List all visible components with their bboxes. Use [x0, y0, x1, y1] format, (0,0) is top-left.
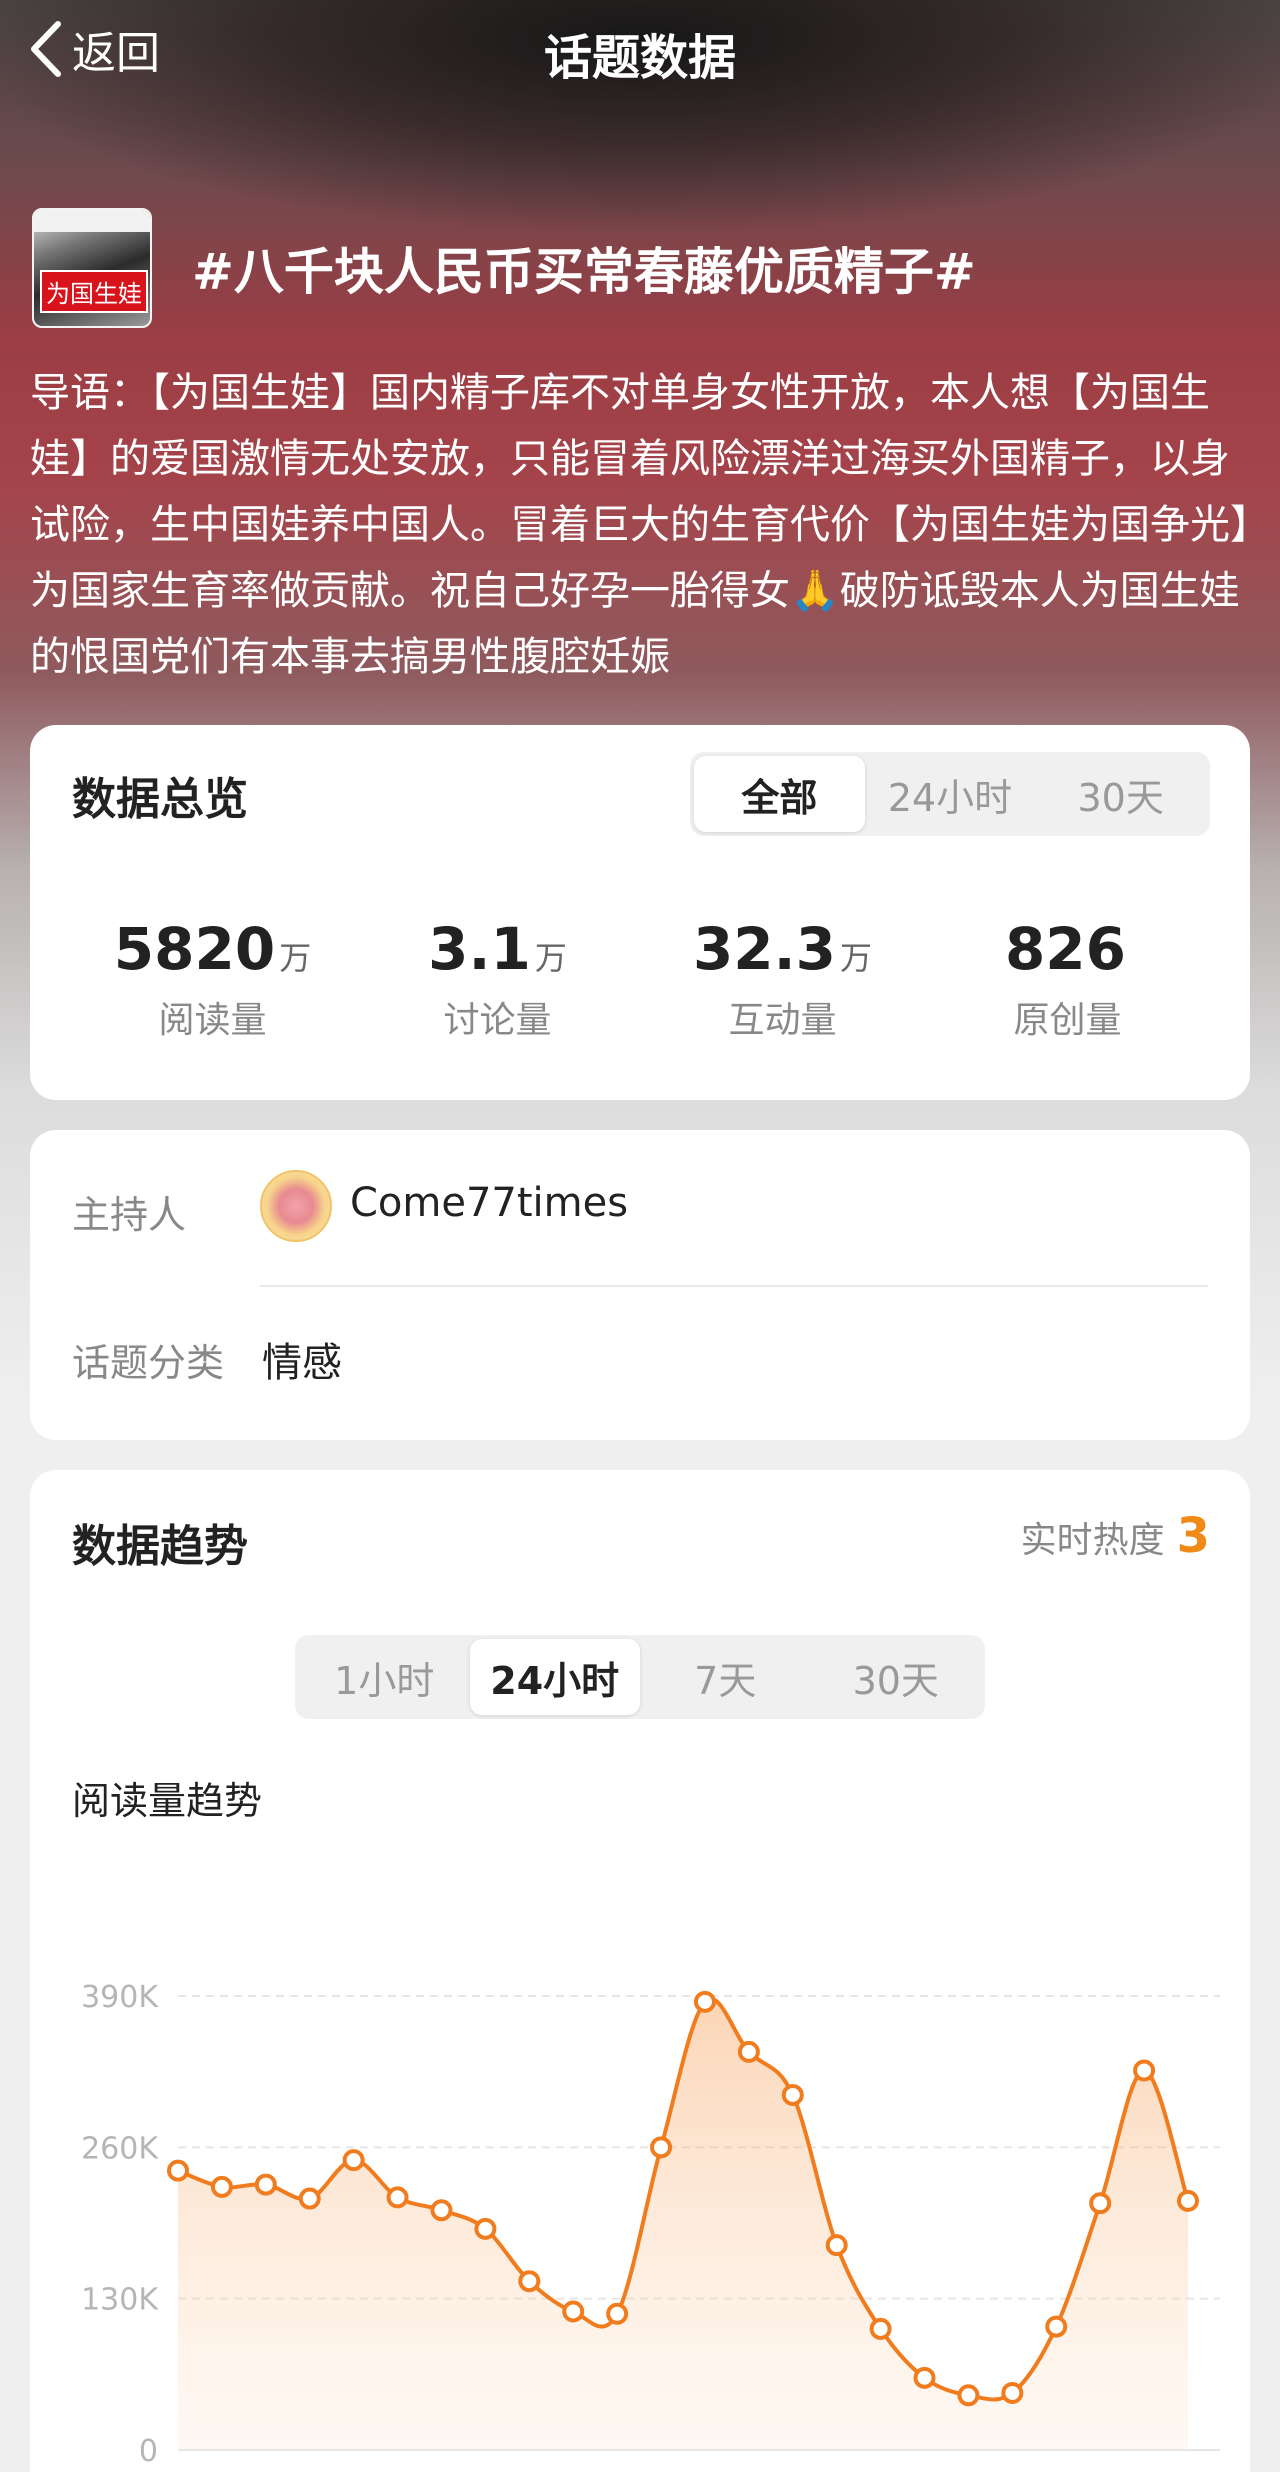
stat-value: 5820 [113, 915, 276, 983]
topic-title: #八千块人民币买常春藤优质精子# [192, 242, 976, 301]
stat-value: 826 [1004, 915, 1127, 983]
x-tick-label: 09:00 [1136, 2468, 1228, 2472]
stat-unit: 万 [534, 939, 567, 977]
topic-intro: 导语：【为国生娃】国内精子库不对单身女性开放，本人想【为国生娃】的爱国激情无处安… [30, 370, 1250, 680]
realtime-heat: 实时热度 3 [1021, 1508, 1210, 1564]
trend-title: 数据趋势 [72, 1521, 248, 1572]
trend-tabs: 1小时 24小时 7天 30天 [295, 1635, 985, 1719]
data-point[interactable] [781, 2083, 804, 2106]
tab-30d[interactable]: 30天 [811, 1639, 982, 1715]
data-point[interactable] [1133, 2059, 1156, 2082]
stat-label: 阅读量 [158, 1000, 267, 1041]
top-bar: 返回 话题数据 [0, 0, 1280, 100]
stat-value: 32.3 [692, 915, 837, 983]
read-trend-chart: 0 130K 260K 390K 13:00 18:00 23:00 04:00 09:00 [81, 1980, 1228, 2472]
heat-value: 3 [1176, 1508, 1210, 1564]
stat-reads: 5820 万 阅读量 [70, 915, 355, 1043]
info-card: 主持人 Come77times 话题分类 情感 [30, 1130, 1250, 1440]
data-point[interactable] [474, 2217, 497, 2240]
stat-label: 讨论量 [443, 1000, 552, 1041]
stat-label: 互动量 [728, 1000, 837, 1041]
tab-24h[interactable]: 24小时 [469, 1639, 640, 1715]
tab-24h[interactable]: 24小时 [865, 756, 1036, 832]
stat-label: 原创量 [1013, 1000, 1122, 1041]
image-text-strip [34, 209, 150, 232]
data-point[interactable] [1177, 2189, 1199, 2212]
data-point[interactable] [167, 2159, 189, 2182]
data-point[interactable] [210, 2175, 233, 2198]
avatar[interactable] [260, 1170, 332, 1242]
data-point[interactable] [518, 2270, 541, 2293]
trend-card: 数据趋势 实时热度 3 1小时 24小时 7天 30天 阅读量趋势 0 130K 2… [30, 1470, 1250, 2472]
overview-stats: 5820 万 阅读量 3.1 万 讨论量 32.3 万 互动量 826 原创量 [30, 915, 1250, 1043]
stat-unit: 万 [840, 939, 873, 977]
overview-card: 数据总览 全部 24小时 30天 5820 万 阅读量 3.1 万 讨论量 32.3… [30, 725, 1250, 1100]
data-point[interactable] [913, 2366, 936, 2389]
heat-label: 实时热度 [1020, 1520, 1165, 1561]
host-label: 主持人 [72, 1193, 187, 1237]
data-point[interactable] [386, 2186, 409, 2209]
data-point[interactable] [606, 2302, 629, 2325]
data-point[interactable] [693, 1990, 716, 2013]
overview-tabs: 全部 24小时 30天 [690, 752, 1210, 836]
x-tick-label: 13:00 [264, 2468, 356, 2472]
data-point[interactable] [825, 2234, 848, 2257]
topic-image: 为国生娃 [32, 207, 152, 328]
tab-7d[interactable]: 7天 [640, 1639, 811, 1715]
topic-image-tag: 为国生娃 [40, 269, 148, 313]
data-point[interactable] [562, 2300, 585, 2323]
y-tick-label: 390K [81, 1980, 159, 2015]
divider [260, 1285, 1208, 1287]
host-name-link[interactable]: Come77times [350, 1180, 628, 1226]
category-value: 情感 [262, 1340, 342, 1386]
stat-value: 3.1 [428, 915, 531, 983]
y-tick-label: 0 [139, 2434, 158, 2469]
overview-title: 数据总览 [72, 774, 248, 825]
data-point[interactable] [1001, 2381, 1024, 2404]
category-label: 话题分类 [72, 1341, 225, 1385]
page-title: 话题数据 [543, 30, 736, 86]
y-tick-label: 260K [81, 2131, 159, 2166]
data-point[interactable] [1089, 2192, 1112, 2215]
stat-discussions: 3.1 万 讨论量 [355, 915, 640, 1043]
data-point[interactable] [254, 2173, 277, 2196]
stat-unit: 万 [279, 939, 312, 977]
data-point[interactable] [298, 2187, 321, 2210]
data-point[interactable] [869, 2317, 892, 2340]
data-point[interactable] [430, 2199, 453, 2222]
data-point[interactable] [737, 2040, 760, 2063]
topic-header: 为国生娃 #八千块人民币买常春藤优质精子# [32, 205, 1252, 330]
data-point[interactable] [342, 2149, 365, 2172]
stat-originals: 826 原创量 [925, 915, 1210, 1043]
x-tick-label: 23:00 [703, 2468, 795, 2472]
data-point[interactable] [650, 2136, 673, 2159]
x-tick-label: 04:00 [922, 2468, 1014, 2472]
y-tick-label: 130K [81, 2283, 159, 2318]
tab-1h[interactable]: 1小时 [299, 1639, 470, 1715]
tab-30d[interactable]: 30天 [1035, 756, 1206, 832]
stat-interactions: 32.3 万 互动量 [640, 915, 925, 1043]
x-tick-label: 18:00 [483, 2468, 575, 2472]
tab-all[interactable]: 全部 [694, 756, 865, 832]
data-point[interactable] [1045, 2315, 1068, 2338]
data-point[interactable] [957, 2384, 980, 2407]
